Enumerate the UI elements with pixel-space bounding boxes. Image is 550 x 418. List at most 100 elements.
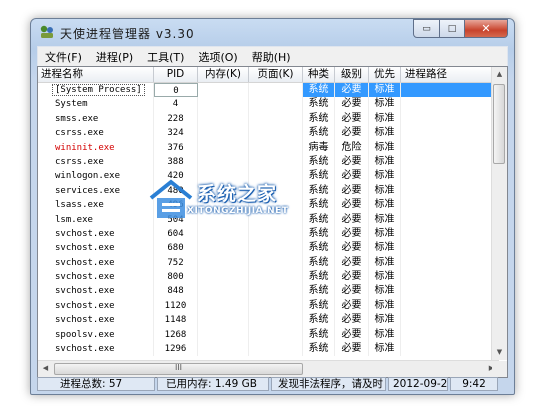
process-kind: 系统 xyxy=(303,126,335,141)
process-page xyxy=(249,313,303,328)
title-bar[interactable]: 天使进程管理器 v3.30 ▭ □ ✕ xyxy=(31,19,514,45)
process-kind: 系统 xyxy=(303,183,335,199)
process-page xyxy=(249,83,303,98)
column-header-name[interactable]: 进程名称 xyxy=(38,67,154,82)
process-memory xyxy=(198,198,249,213)
process-name-text: svchost.exe xyxy=(55,243,115,254)
process-page xyxy=(249,111,303,127)
process-memory xyxy=(198,126,249,141)
menu-options[interactable]: 选项(O) xyxy=(191,49,244,65)
column-header-kind[interactable]: 种类 xyxy=(303,67,335,82)
table-row[interactable]: svchost.exe 604 系统 必要 标准 xyxy=(38,226,499,242)
process-kind: 系统 xyxy=(303,154,335,170)
scroll-grip-icon: III xyxy=(174,363,183,372)
process-name: svchost.exe xyxy=(38,241,154,256)
table-row[interactable]: svchost.exe 1120 系统 必要 标准 xyxy=(38,298,499,314)
process-path xyxy=(401,83,499,98)
horizontal-scroll-thumb[interactable]: III xyxy=(54,363,303,375)
process-page xyxy=(249,183,303,199)
table-row[interactable]: svchost.exe 752 系统 必要 标准 xyxy=(38,255,499,271)
table-row[interactable]: smss.exe 228 系统 必要 标准 xyxy=(38,111,499,127)
status-message: 发现非法程序，请及时 xyxy=(271,377,386,391)
column-header-page[interactable]: 页面(K) xyxy=(249,67,303,82)
table-row[interactable]: svchost.exe 1148 系统 必要 标准 xyxy=(38,313,499,328)
table-row[interactable]: lsm.exe 504 系统 必要 标准 xyxy=(38,212,499,227)
menu-tools[interactable]: 工具(T) xyxy=(140,49,191,65)
process-pid: 604 xyxy=(154,226,198,242)
process-name-text: services.exe xyxy=(55,185,121,196)
table-row[interactable]: lsass.exe 496 系统 必要 标准 xyxy=(38,198,499,213)
vertical-scroll-thumb[interactable] xyxy=(493,84,505,164)
process-kind: 系统 xyxy=(303,255,335,271)
process-page xyxy=(249,270,303,285)
process-pid: 1268 xyxy=(154,327,198,343)
process-list[interactable]: 进程名称 PID 内存(K) 页面(K) 种类 级别 优先 进程路径 [Syst… xyxy=(37,66,508,378)
maximize-icon: □ xyxy=(447,23,457,34)
table-row[interactable]: winlogon.exe 420 系统 必要 标准 xyxy=(38,169,499,184)
close-button[interactable]: ✕ xyxy=(465,19,508,38)
table-row[interactable]: csrss.exe 388 系统 必要 标准 xyxy=(38,154,499,170)
scroll-left-icon[interactable]: ◀ xyxy=(38,361,53,376)
vertical-scrollbar[interactable]: ▲ ▼ xyxy=(491,67,507,360)
process-priority: 标准 xyxy=(369,83,401,98)
process-memory xyxy=(198,226,249,242)
process-name-text: svchost.exe xyxy=(55,300,115,311)
process-level: 必要 xyxy=(335,169,369,184)
process-path xyxy=(401,154,499,170)
menu-process[interactable]: 进程(P) xyxy=(89,49,140,65)
process-pid: 752 xyxy=(154,255,198,271)
horizontal-scrollbar[interactable]: ◀ III ▶ xyxy=(38,360,499,377)
table-row[interactable]: services.exe 480 系统 必要 标准 xyxy=(38,183,499,199)
process-page xyxy=(249,327,303,343)
process-name: smss.exe xyxy=(38,111,154,127)
process-name: csrss.exe xyxy=(38,126,154,141)
table-row[interactable]: svchost.exe 848 系统 必要 标准 xyxy=(38,284,499,299)
process-priority: 标准 xyxy=(369,198,401,213)
scroll-up-icon[interactable]: ▲ xyxy=(492,67,507,82)
scroll-down-icon[interactable]: ▼ xyxy=(492,345,507,360)
minimize-icon: ▭ xyxy=(422,23,431,34)
table-row[interactable]: System 4 系统 必要 标准 xyxy=(38,97,499,112)
process-rows: [System Process] 0 系统 必要 标准 System 4 系统 必要 标准 smss… xyxy=(38,83,499,357)
process-name: spoolsv.exe xyxy=(38,327,154,343)
table-row[interactable]: svchost.exe 1296 系统 必要 标准 xyxy=(38,342,499,357)
table-row[interactable]: [System Process] 0 系统 必要 标准 xyxy=(38,83,499,98)
table-row[interactable]: csrss.exe 324 系统 必要 标准 xyxy=(38,126,499,141)
maximize-button[interactable]: □ xyxy=(440,19,465,38)
process-pid: 848 xyxy=(154,284,198,299)
process-kind: 系统 xyxy=(303,226,335,242)
process-priority: 标准 xyxy=(369,140,401,155)
table-row[interactable]: svchost.exe 800 系统 必要 标准 xyxy=(38,270,499,285)
menu-help[interactable]: 帮助(H) xyxy=(245,49,298,65)
table-row[interactable]: wininit.exe 376 病毒 危险 标准 xyxy=(38,140,499,155)
process-priority: 标准 xyxy=(369,270,401,285)
column-header-priority[interactable]: 优先 xyxy=(369,67,401,82)
status-date: 2012-09-29 xyxy=(388,377,448,391)
process-page xyxy=(249,226,303,242)
process-pid: 480 xyxy=(154,183,198,199)
menu-file[interactable]: 文件(F) xyxy=(38,49,89,65)
minimize-button[interactable]: ▭ xyxy=(413,19,440,38)
process-kind: 系统 xyxy=(303,327,335,343)
table-row[interactable]: spoolsv.exe 1268 系统 必要 标准 xyxy=(38,327,499,343)
process-name-text: spoolsv.exe xyxy=(55,329,115,340)
table-row[interactable]: svchost.exe 680 系统 必要 标准 xyxy=(38,241,499,256)
process-kind: 系统 xyxy=(303,169,335,184)
process-name: svchost.exe xyxy=(38,298,154,314)
process-priority: 标准 xyxy=(369,169,401,184)
process-level: 必要 xyxy=(335,255,369,271)
process-page xyxy=(249,298,303,314)
process-kind: 系统 xyxy=(303,270,335,285)
process-kind: 系统 xyxy=(303,313,335,328)
process-name: lsm.exe xyxy=(38,212,154,227)
process-name-text: wininit.exe xyxy=(55,142,115,153)
status-process-count: 进程总数: 57 xyxy=(37,377,155,391)
list-header: 进程名称 PID 内存(K) 页面(K) 种类 级别 优先 进程路径 xyxy=(38,67,499,83)
column-header-path[interactable]: 进程路径 xyxy=(401,67,499,82)
process-page xyxy=(249,97,303,112)
column-header-level[interactable]: 级别 xyxy=(335,67,369,82)
process-kind: 系统 xyxy=(303,212,335,227)
process-name-text: svchost.exe xyxy=(55,315,115,326)
column-header-memory[interactable]: 内存(K) xyxy=(198,67,249,82)
column-header-pid[interactable]: PID xyxy=(154,67,198,82)
